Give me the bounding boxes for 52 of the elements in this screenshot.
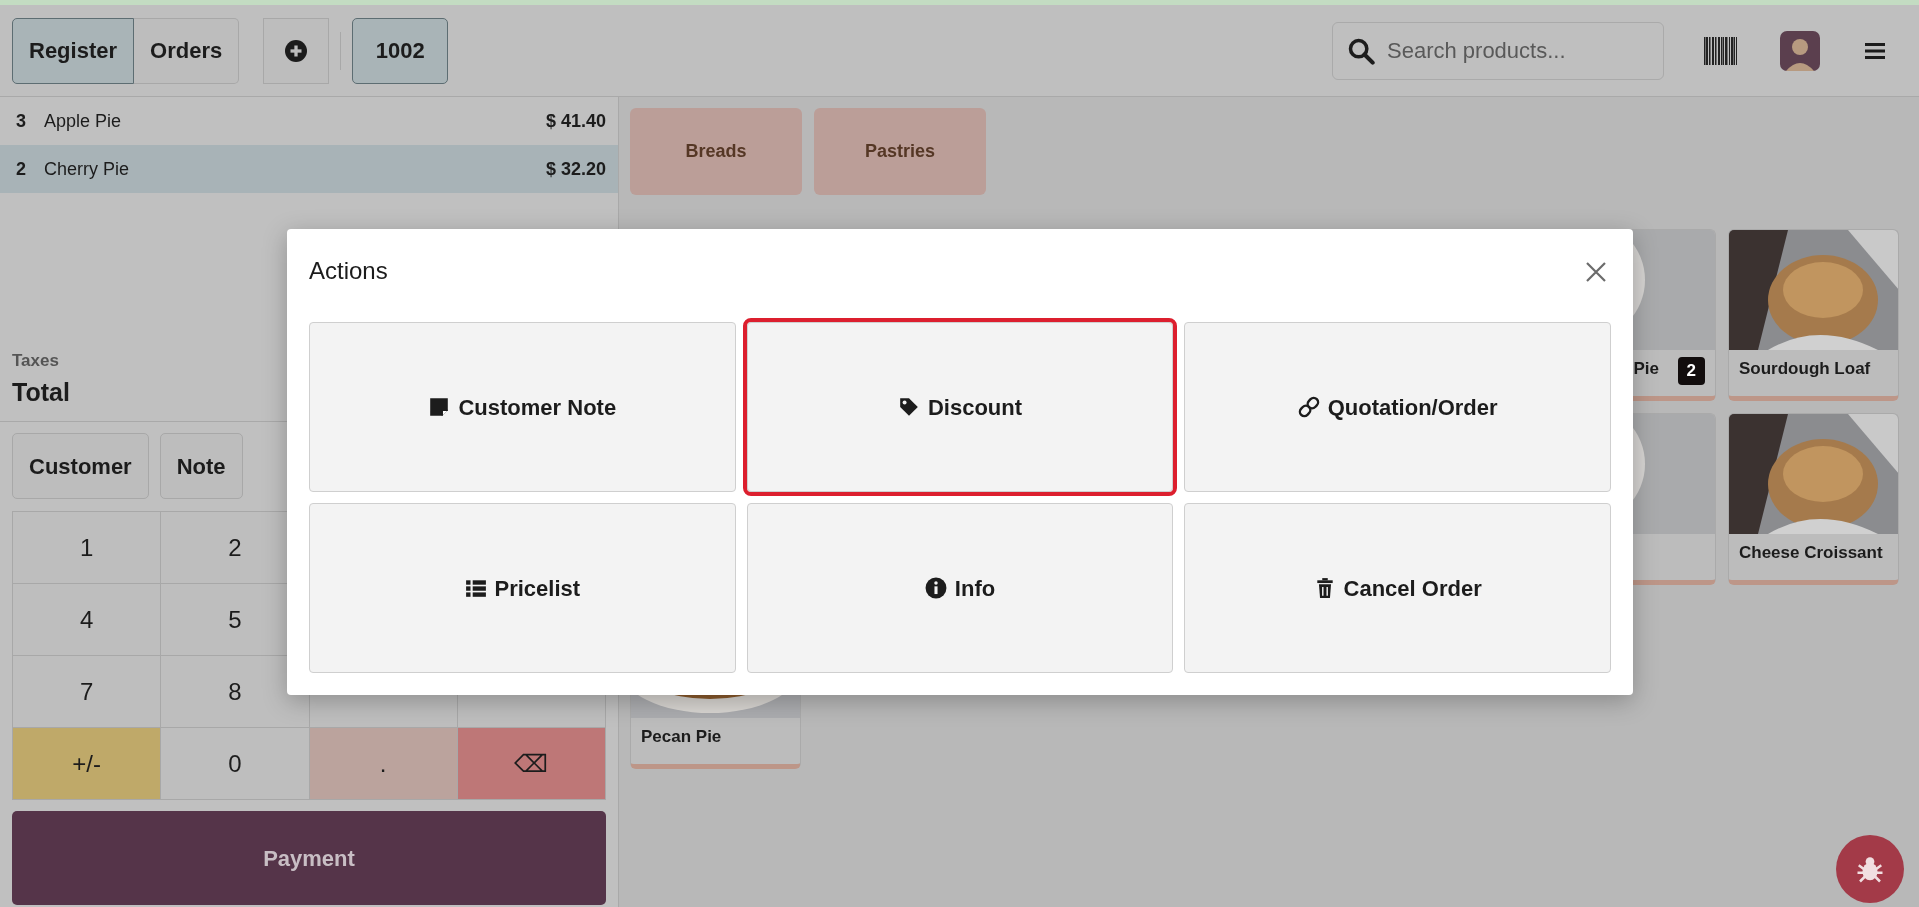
action-button[interactable]: Quotation/Order <box>1184 322 1611 492</box>
product-name: Cherry Pie <box>44 157 131 181</box>
note-icon <box>428 396 451 418</box>
product-name: Sourdough Loaf <box>1738 358 1872 380</box>
numpad-key[interactable]: 0 <box>161 728 310 800</box>
payment-button[interactable]: Payment <box>12 811 606 905</box>
numpad-key[interactable]: 1 <box>13 512 162 584</box>
quantity-badge: 2 <box>1677 357 1705 385</box>
order-tab[interactable]: 1002 <box>352 17 449 84</box>
menu-icon[interactable] <box>1865 41 1885 60</box>
control-button[interactable]: Note <box>159 433 243 499</box>
product-card[interactable]: Cheese Croissant <box>1728 413 1899 585</box>
close-icon <box>1585 260 1607 283</box>
control-button[interactable]: Customer <box>12 433 149 499</box>
plus-icon <box>285 39 308 62</box>
dialog-title: Actions <box>309 256 388 286</box>
quantity-text: 3 <box>16 109 27 133</box>
product-name: Pecan Pie <box>640 726 723 748</box>
barcode-icon[interactable] <box>1704 36 1737 65</box>
action-button[interactable]: Info <box>746 503 1174 673</box>
new-order-button[interactable] <box>263 17 330 84</box>
order-line[interactable]: 3 Apple Pie $ 41.40 <box>0 97 618 145</box>
taxes-label: Taxes <box>12 350 59 372</box>
action-button[interactable]: Customer Note <box>309 322 736 492</box>
product-name: Pie <box>1632 358 1660 380</box>
info-icon <box>924 577 947 599</box>
price-text: $ 32.20 <box>545 157 606 181</box>
numpad-key[interactable]: 7 <box>13 656 162 728</box>
tab-button[interactable]: Register <box>12 17 135 84</box>
category-button[interactable]: Pastries <box>814 108 986 195</box>
bug-icon <box>1855 854 1885 884</box>
tag-icon <box>897 396 920 418</box>
numpad-key[interactable]: +/- <box>13 728 162 800</box>
total-label: Total <box>12 376 70 408</box>
search-icon <box>1347 36 1375 65</box>
category-button[interactable]: Breads <box>630 108 802 195</box>
search-field[interactable]: Search products... <box>1385 33 1625 68</box>
numpad-key[interactable]: ⌫ <box>457 728 606 800</box>
list-icon <box>464 577 487 599</box>
tab-button[interactable]: Orders <box>134 17 240 84</box>
avatar[interactable] <box>1780 30 1820 71</box>
link-icon <box>1297 396 1320 418</box>
product-name: Apple Pie <box>44 109 123 133</box>
price-text: $ 41.40 <box>545 109 606 133</box>
action-button[interactable]: Cancel Order <box>1184 503 1611 673</box>
action-button[interactable]: Pricelist <box>309 503 736 673</box>
numpad-key[interactable]: . <box>309 728 458 800</box>
search-bar[interactable]: Search products... <box>1332 21 1664 80</box>
numpad-key[interactable]: 4 <box>13 584 162 656</box>
product-name: Cheese Croissant <box>1738 542 1884 564</box>
quantity-text: 2 <box>16 157 27 181</box>
product-card[interactable]: Sourdough Loaf <box>1728 229 1899 401</box>
